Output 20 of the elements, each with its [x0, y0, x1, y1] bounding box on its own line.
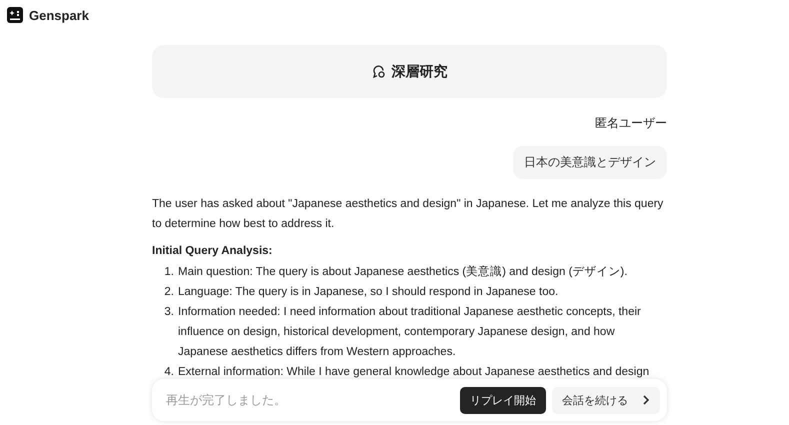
mode-title: 深層研究: [392, 62, 448, 80]
list-number: 3.: [163, 305, 175, 320]
user-message: 日本の美意識とデザイン: [513, 146, 667, 179]
logo-icon: [7, 7, 23, 23]
brand-name[interactable]: Genspark: [29, 8, 89, 22]
list-number: 1.: [163, 265, 175, 280]
list-item-text: Language: The query is in Japanese, so I should respond in Japanese too.: [178, 285, 560, 300]
continue-button[interactable]: 会話を続ける: [552, 386, 660, 414]
chat-bubble-icon: [372, 64, 386, 78]
list-number: 2.: [163, 285, 175, 300]
chevron-right-icon: [642, 395, 650, 405]
list-item-text: Information needed: I need information about traditional Japanese aesthetic concepts, their influence on design, historical development, contemporary Japanese design, and how Japanese aesthetics differs from Western approaches.: [178, 305, 642, 360]
response-heading: Initial Query Analysis:: [152, 244, 274, 259]
message-input[interactable]: 再生が完了しました。: [164, 392, 454, 408]
list-item-text: External information: While I have general knowledge about Japanese aesthetics and design: [178, 365, 650, 380]
list-number: 4.: [163, 365, 175, 380]
list-item-text: Main question: The query is about Japanese aesthetics (美意識) and design (デザイン).: [178, 264, 628, 280]
response-paragraph: The user has asked about "Japanese aesthetics and design" in Japanese. Let me analyze this query to determine how best to address it.: [152, 197, 664, 232]
replay-button[interactable]: リプレイ開始: [460, 386, 546, 414]
user-name: 匿名ユーザー: [595, 115, 667, 132]
